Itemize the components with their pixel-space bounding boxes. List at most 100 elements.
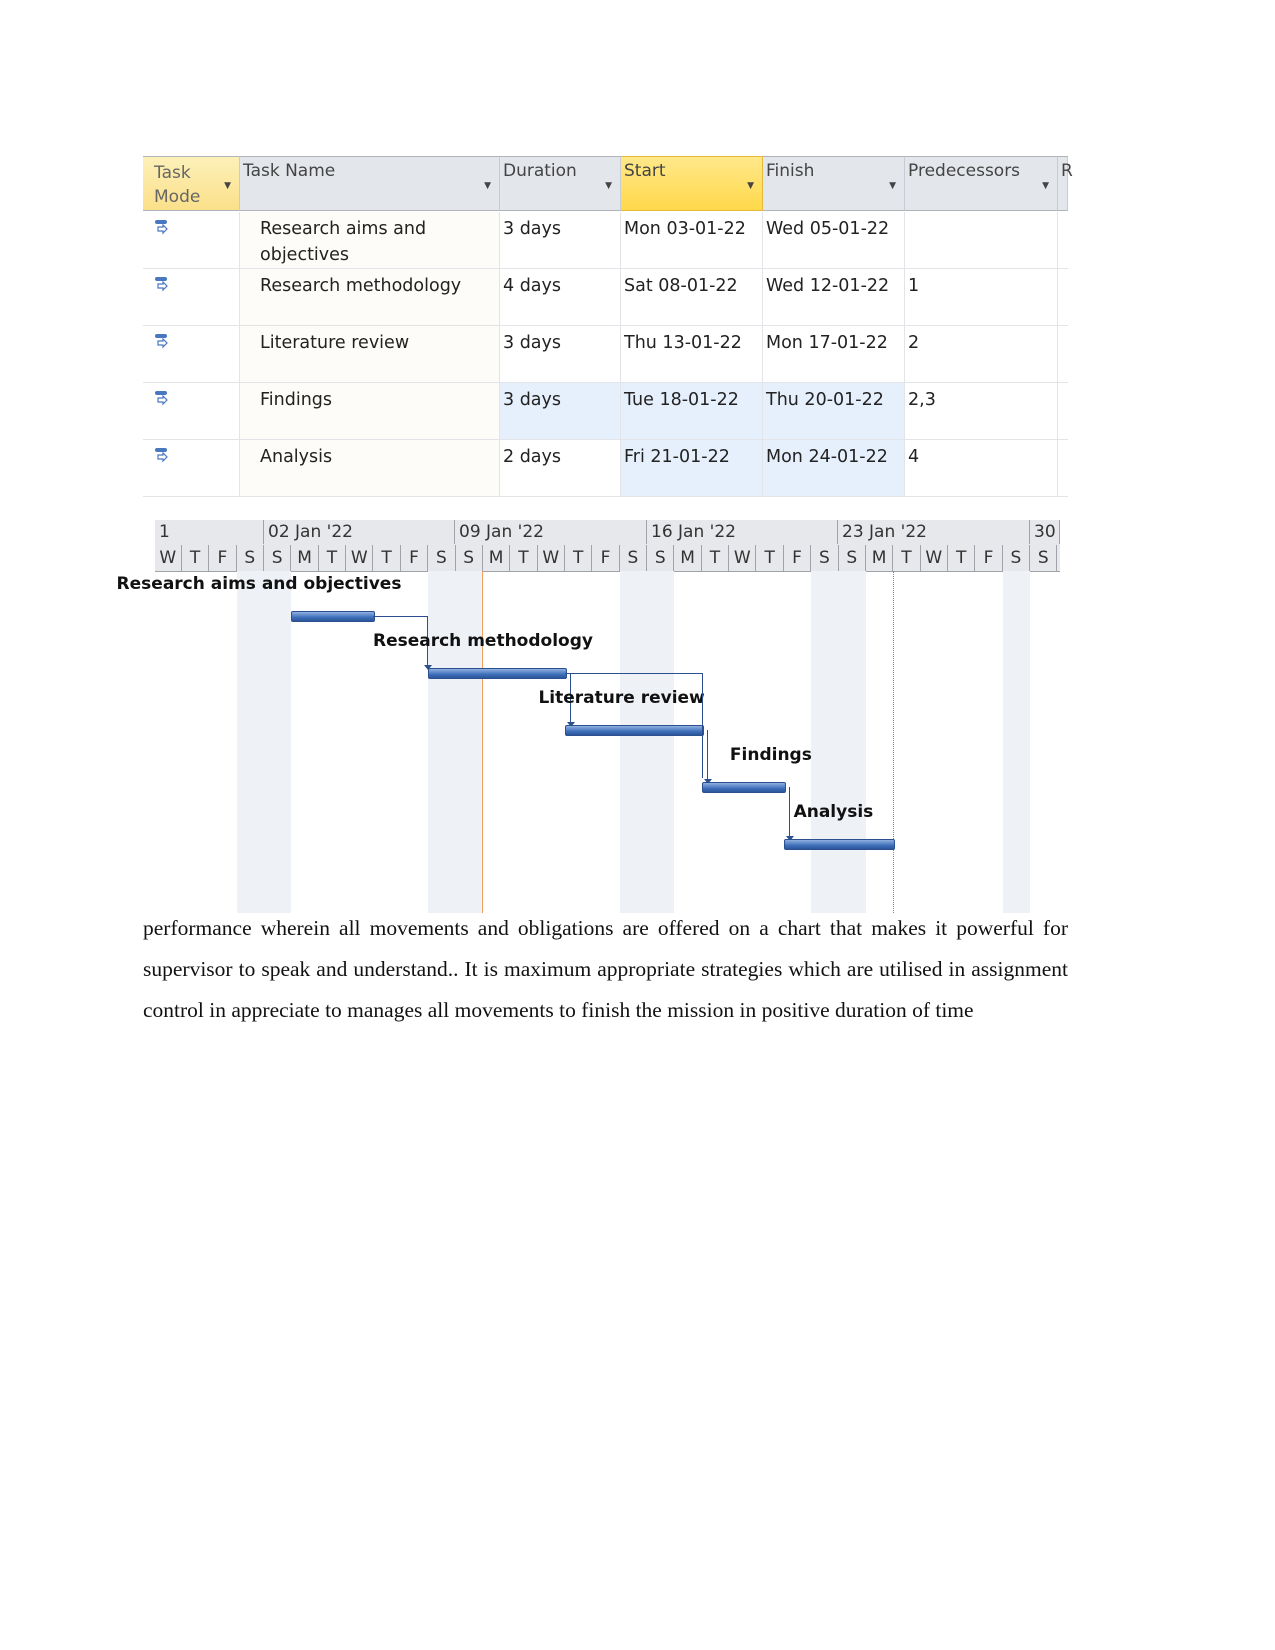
timescale-day: T xyxy=(948,545,976,571)
timescale-day: S xyxy=(1003,545,1031,571)
timescale-day: F xyxy=(209,545,237,571)
cell-duration[interactable]: 3 days xyxy=(500,212,621,269)
task-bar-label: Analysis xyxy=(793,802,874,822)
cell-start[interactable]: Thu 13-01-22 xyxy=(621,326,763,383)
task-bar-label: Research aims and objectives xyxy=(116,574,402,594)
column-header-finish[interactable]: Finish ▼ xyxy=(763,156,905,211)
column-header-task-mode[interactable]: Task Mode ▼ xyxy=(143,156,240,211)
cell-predecessors[interactable]: 1 xyxy=(905,269,1058,326)
nonworking-day-shading xyxy=(1002,571,1031,913)
cell-r xyxy=(1058,383,1068,440)
gantt-chart: 1 02 Jan '22 09 Jan '22 16 Jan '22 23 Jan '2… xyxy=(117,520,1060,913)
timescale-week: 09 Jan '22 xyxy=(455,520,647,544)
cell-finish[interactable]: Thu 20-01-22 xyxy=(763,383,905,440)
column-header-label: R xyxy=(1061,161,1073,181)
cell-name[interactable]: Findings xyxy=(240,383,500,440)
timescale-week: 23 Jan '22 xyxy=(838,520,1030,544)
cell-name[interactable]: Analysis xyxy=(240,440,500,497)
cell-finish[interactable]: Mon 17-01-22 xyxy=(763,326,905,383)
cell-mode-icon[interactable] xyxy=(143,383,240,440)
auto-scheduled-task-icon xyxy=(155,274,169,292)
cell-r xyxy=(1058,326,1068,383)
cell-mode-icon[interactable] xyxy=(143,212,240,269)
column-header-r[interactable]: R xyxy=(1058,156,1073,211)
cell-mode-icon[interactable] xyxy=(143,326,240,383)
timescale-day: F xyxy=(401,545,429,571)
cell-name[interactable]: Literature review xyxy=(240,326,500,383)
timescale-week: 30 xyxy=(1030,520,1060,544)
column-header-label: Task Name xyxy=(243,161,336,181)
cell-predecessors[interactable]: 4 xyxy=(905,440,1058,497)
task-bar-label: Findings xyxy=(729,745,812,765)
table-row[interactable]: Research aims and objectives 3 days Mon 03… xyxy=(143,212,1068,269)
nonworking-day-shading xyxy=(264,571,292,913)
dropdown-arrow-icon[interactable]: ▼ xyxy=(605,181,612,191)
cell-start[interactable]: Sat 08-01-22 xyxy=(621,269,763,326)
cell-duration[interactable]: 3 days xyxy=(500,383,621,440)
column-header-predecessors[interactable]: Predecessors ▼ xyxy=(905,156,1058,211)
dropdown-arrow-icon[interactable]: ▼ xyxy=(224,181,231,191)
table-row[interactable]: Analysis 2 days Fri 21-01-22 Mon 24-01-22 4 xyxy=(143,440,1068,497)
column-header-label: Predecessors xyxy=(908,161,1021,181)
document-page: Task Mode ▼ Task Name ▼ Duration ▼ Start ▼ Finis… xyxy=(0,0,1275,1650)
cell-r xyxy=(1058,440,1068,497)
timescale-day: M xyxy=(483,545,511,571)
cell-mode-icon[interactable] xyxy=(143,269,240,326)
timescale-day: S xyxy=(647,545,675,571)
timescale-day: W xyxy=(921,545,948,571)
cell-finish[interactable]: Mon 24-01-22 xyxy=(763,440,905,497)
task-bar-label: Research methodology xyxy=(372,631,593,651)
table-row[interactable]: Literature review 3 days Thu 13-01-22 Mon 1… xyxy=(143,326,1068,383)
table-row[interactable]: Findings 3 days Tue 18-01-22 Thu 20-01-22 2,… xyxy=(143,383,1068,440)
task-bar[interactable] xyxy=(428,668,567,679)
column-header-label: Task Mode xyxy=(154,163,201,207)
cell-duration[interactable]: 4 days xyxy=(500,269,621,326)
cell-predecessors[interactable] xyxy=(905,212,1058,269)
column-header-task-name[interactable]: Task Name ▼ xyxy=(240,156,500,211)
cell-predecessors[interactable]: 2,3 xyxy=(905,383,1058,440)
cell-duration[interactable]: 3 days xyxy=(500,326,621,383)
nonworking-day-shading xyxy=(838,571,866,913)
cell-r xyxy=(1058,212,1068,269)
task-bar[interactable] xyxy=(783,839,896,850)
dropdown-arrow-icon[interactable]: ▼ xyxy=(1042,181,1049,191)
timescale-day: M xyxy=(291,545,319,571)
timescale-day: S xyxy=(428,545,456,571)
task-bar[interactable] xyxy=(701,782,786,793)
auto-scheduled-task-icon xyxy=(155,217,169,235)
timescale-day: T xyxy=(702,545,730,571)
cell-name[interactable]: Research aims and objectives xyxy=(240,212,500,269)
nonworking-day-shading xyxy=(236,571,264,913)
column-header-start[interactable]: Start ▼ xyxy=(621,156,763,211)
timescale-day: S xyxy=(811,545,839,571)
table-row[interactable]: Research methodology 4 days Sat 08-01-22 We… xyxy=(143,269,1068,326)
dropdown-arrow-icon[interactable]: ▼ xyxy=(747,181,754,191)
timescale-day: W xyxy=(538,545,565,571)
timescale-day: S xyxy=(620,545,648,571)
cell-start[interactable]: Mon 03-01-22 xyxy=(621,212,763,269)
cell-finish[interactable]: Wed 12-01-22 xyxy=(763,269,905,326)
dropdown-arrow-icon[interactable]: ▼ xyxy=(889,181,896,191)
dependency-link xyxy=(564,673,703,778)
column-header-duration[interactable]: Duration ▼ xyxy=(500,156,621,211)
cell-predecessors[interactable]: 2 xyxy=(905,326,1058,383)
project-finish-line xyxy=(893,571,895,913)
timescale-day: F xyxy=(975,545,1003,571)
cell-r xyxy=(1058,269,1068,326)
timescale-day: T xyxy=(510,545,538,571)
cell-finish[interactable]: Wed 05-01-22 xyxy=(763,212,905,269)
timescale-day: T xyxy=(319,545,347,571)
cell-start[interactable]: Fri 21-01-22 xyxy=(621,440,763,497)
timescale-day: F xyxy=(592,545,620,571)
timescale-day: S xyxy=(839,545,866,571)
timescale-day: W xyxy=(729,545,757,571)
cell-mode-icon[interactable] xyxy=(143,440,240,497)
cell-start[interactable]: Tue 18-01-22 xyxy=(621,383,763,440)
auto-scheduled-task-icon xyxy=(155,388,169,406)
timescale-day: T xyxy=(565,545,593,571)
column-header-label: Duration xyxy=(503,161,577,181)
task-bar[interactable] xyxy=(291,611,376,622)
dropdown-arrow-icon[interactable]: ▼ xyxy=(484,181,491,191)
cell-name[interactable]: Research methodology xyxy=(240,269,500,326)
cell-duration[interactable]: 2 days xyxy=(500,440,621,497)
